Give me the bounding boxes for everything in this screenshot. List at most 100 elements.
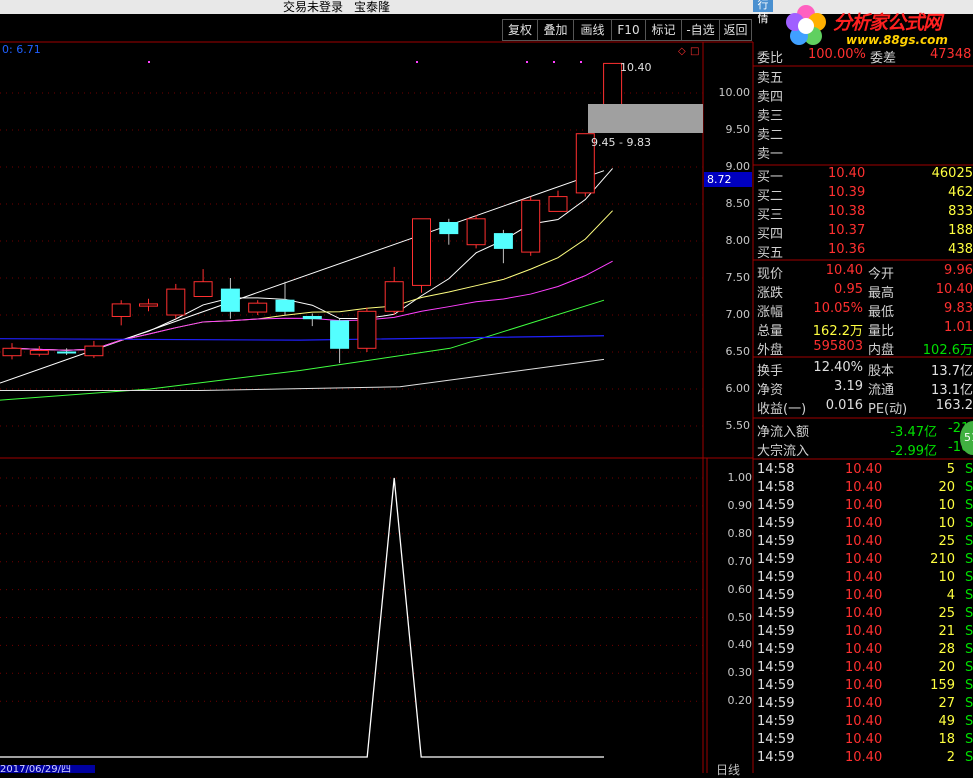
tick-row: 14:59 10.40 210 S (757, 552, 973, 570)
tick-time: 14:59 (757, 732, 795, 747)
quote-value: 9.83 (944, 301, 973, 316)
buy-level-label: 买一 (757, 170, 784, 185)
quote-label: 最低 (868, 305, 895, 320)
price-axis-label: 10.00 (718, 86, 751, 99)
tick-time: 14:59 (757, 552, 795, 567)
tick-time: 14:59 (757, 498, 795, 513)
quote-label: 量比 (868, 324, 895, 339)
tick-time: 14:59 (757, 678, 795, 693)
quote-label: 涨幅 (757, 305, 784, 320)
candle-body (493, 233, 513, 249)
flow-value: -3.47亿 (890, 425, 937, 440)
price-axis-label: 8.00 (725, 234, 751, 247)
quote-value: 10.05% (813, 301, 863, 316)
finance-value: 0.016 (825, 398, 863, 413)
signal-dot (553, 61, 555, 63)
finance-label: 收益(一) (757, 402, 807, 417)
candle-body (439, 222, 459, 235)
candle-body (111, 303, 131, 317)
quote-value: 162.2万 (812, 324, 863, 339)
buy-level-label: 买五 (757, 246, 784, 261)
indicator-axis-label: 0.70 (727, 554, 753, 568)
indicator-axis-label: 0.30 (727, 666, 753, 680)
finance-label: PE(动) (868, 402, 908, 417)
tick-side: S (965, 642, 973, 657)
high-annotation: 10.40 (620, 61, 652, 74)
signal-dot (580, 61, 582, 63)
ma-blue-line (0, 335, 605, 341)
square-marker-icon: □ (690, 46, 699, 57)
candle-body (193, 281, 213, 298)
buy-level-price: 10.38 (828, 204, 866, 219)
date-label: 2017/06/29/四 (0, 765, 95, 773)
tick-price: 10.40 (845, 606, 883, 621)
flow-label: 净流入额 (757, 425, 810, 440)
indicator-axis-label: 0.60 (727, 582, 753, 596)
quote-label: 现价 (757, 267, 784, 282)
finance-label: 流通 (868, 383, 895, 398)
candle-body (220, 288, 240, 312)
tick-volume: 2 (946, 750, 955, 765)
buy-level-price: 10.37 (828, 223, 866, 238)
tick-time: 14:58 (757, 462, 795, 477)
tick-side: S (965, 588, 973, 603)
candle-body (57, 351, 77, 354)
price-axis-label: 8.50 (725, 197, 751, 210)
quote-value: 1.01 (944, 320, 973, 335)
flow-value: -2.99亿 (890, 444, 937, 459)
candle-body (466, 218, 486, 246)
tick-price: 10.40 (845, 678, 883, 693)
tick-time: 14:59 (757, 660, 795, 675)
indicator-axis-label: 0.50 (727, 610, 753, 624)
quote-value: 0.95 (834, 282, 863, 297)
tick-row: 14:59 10.40 49 S (757, 714, 973, 732)
tick-price: 10.40 (845, 732, 883, 747)
candle-body (139, 303, 158, 307)
tick-time: 14:59 (757, 624, 795, 639)
tick-row: 14:59 10.40 2 S (757, 750, 973, 768)
sell-level-label: 卖三 (757, 109, 784, 124)
tick-time: 14:59 (757, 534, 795, 549)
indicator-axis-label: 0.80 (727, 526, 753, 540)
buy-level-label: 买二 (757, 189, 784, 204)
buy-level-label: 买四 (757, 227, 784, 242)
finance-value: 13.7亿 (931, 364, 973, 379)
quote-label: 内盘 (868, 343, 895, 358)
indicator-axis-label: 0.20 (727, 694, 753, 708)
tick-side: S (965, 480, 973, 495)
tick-side: S (965, 498, 973, 513)
buy-level-volume: 462 (948, 185, 973, 200)
tick-side: S (965, 624, 973, 639)
buy-level-price: 10.40 (828, 166, 866, 181)
price-axis-label: 7.50 (725, 271, 751, 284)
tick-row: 14:58 10.40 5 S (757, 462, 973, 480)
candle-body (84, 345, 104, 357)
period-label[interactable]: 日线 (716, 761, 740, 778)
tick-price: 10.40 (845, 570, 883, 585)
finance-value: 13.1亿 (931, 383, 973, 398)
tick-volume: 18 (938, 732, 955, 747)
candle-body (29, 350, 49, 355)
tick-price: 10.40 (845, 516, 883, 531)
signal-dot (148, 61, 150, 63)
quote-value: 9.96 (944, 263, 973, 278)
tick-time: 14:59 (757, 642, 795, 657)
tick-volume: 27 (938, 696, 955, 711)
tick-row: 14:59 10.40 10 S (757, 516, 973, 534)
sell-level-label: 卖四 (757, 90, 784, 105)
candle-body (302, 315, 322, 320)
finance-value: 3.19 (834, 379, 863, 394)
candle-body (548, 196, 568, 212)
tick-volume: 10 (938, 570, 955, 585)
sell-level-label: 卖二 (757, 128, 784, 143)
sell-level-label: 卖五 (757, 71, 784, 86)
weibi-label: 委比 (757, 51, 784, 66)
price-axis-label: 6.00 (725, 382, 751, 395)
price-axis-label: 5.50 (725, 419, 751, 432)
candle-body (384, 281, 404, 312)
price-axis-label: 9.50 (725, 123, 751, 136)
sell-level-label: 卖一 (757, 147, 784, 162)
tick-price: 10.40 (845, 534, 883, 549)
tick-price: 10.40 (845, 462, 883, 477)
candle-body (521, 199, 541, 253)
